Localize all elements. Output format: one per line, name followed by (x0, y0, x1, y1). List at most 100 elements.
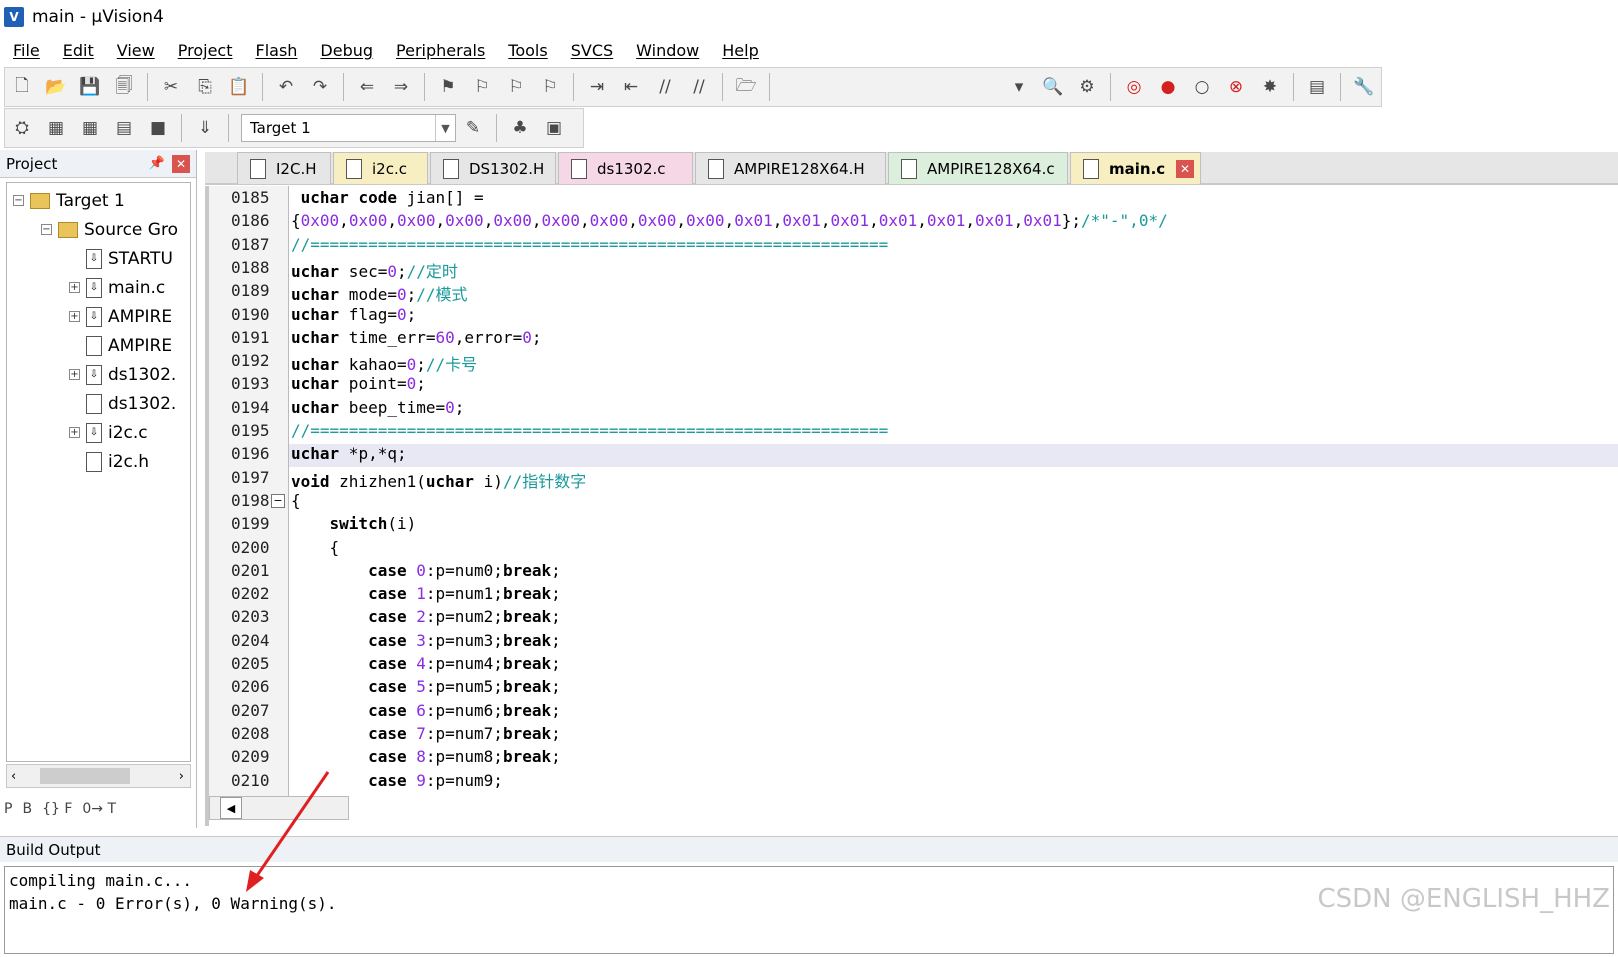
scroll-right-icon[interactable]: › (179, 769, 184, 784)
uncomment-icon[interactable]: // (686, 74, 712, 100)
tools-icon[interactable]: ⚙ (1074, 74, 1100, 100)
close-icon[interactable]: ✕ (172, 154, 190, 173)
load-icon[interactable]: ⇓ (192, 115, 218, 141)
stop-icon[interactable]: ■ (145, 115, 171, 141)
nav-forward-icon[interactable]: ⇒ (388, 74, 414, 100)
unindent-icon[interactable]: ⇤ (618, 74, 644, 100)
code-line[interactable]: {0x00,0x00,0x00,0x00,0x00,0x00,0x00,0x00… (291, 211, 1168, 230)
bookmark-next-icon[interactable]: ⚐ (503, 74, 529, 100)
copy-icon[interactable]: ⎘ (192, 74, 218, 100)
project-panel-tab[interactable]: 0→ T (82, 801, 116, 817)
code-line[interactable]: uchar point=0; (291, 374, 426, 393)
project-panel-tab[interactable]: B (22, 801, 32, 817)
target-select[interactable]: Target 1 ▼ (241, 114, 456, 142)
tree-item[interactable]: − Source Gro (41, 215, 178, 244)
menu-flash[interactable]: Flash (255, 41, 297, 60)
collapse-icon[interactable]: − (13, 195, 24, 206)
code-line[interactable]: uchar kahao=0;//卡号 (291, 351, 477, 375)
pin-icon[interactable]: 📌 (148, 156, 166, 171)
indent-icon[interactable]: ⇥ (584, 74, 610, 100)
rebuild-icon[interactable]: ▦ (77, 115, 103, 141)
debug-icon[interactable]: ◎ (1121, 74, 1147, 100)
redo-icon[interactable]: ↷ (307, 74, 333, 100)
project-panel-tab[interactable]: P (4, 801, 12, 817)
project-horizontal-scrollbar[interactable]: ‹ › (6, 764, 191, 788)
menu-window[interactable]: Window (636, 41, 699, 60)
menu-help[interactable]: Help (722, 41, 758, 60)
code-line[interactable]: case 0:p=num0;break; (291, 561, 561, 580)
new-file-icon[interactable]: 🗋 (9, 74, 35, 100)
code-line[interactable]: switch(i) (291, 514, 417, 533)
code-line[interactable]: void zhizhen1(uchar i)//指针数字 (291, 468, 586, 492)
menu-project[interactable]: Project (178, 41, 233, 60)
undo-icon[interactable]: ↶ (273, 74, 299, 100)
file-tab[interactable]: AMPIRE128X64.H (695, 152, 886, 184)
file-tab[interactable]: main.c ✕ (1070, 152, 1201, 184)
code-line[interactable]: case 6:p=num6;break; (291, 701, 561, 720)
tree-item[interactable]: AMPIRE (69, 331, 172, 360)
code-line[interactable]: case 7:p=num7;break; (291, 724, 561, 743)
file-tab[interactable]: i2c.c (333, 152, 428, 184)
code-line[interactable]: //======================================… (291, 235, 888, 254)
fold-collapse-icon[interactable]: − (271, 494, 285, 508)
menu-peripherals[interactable]: Peripherals (396, 41, 485, 60)
cut-icon[interactable]: ✂ (158, 74, 184, 100)
tree-item[interactable]: + ⇩ main.c (69, 273, 165, 302)
batch-icon[interactable]: ▤ (111, 115, 137, 141)
bookmark-clear-icon[interactable]: ⚐ (537, 74, 563, 100)
code-line[interactable]: case 8:p=num8;break; (291, 747, 561, 766)
settings-icon[interactable]: 🔧 (1351, 74, 1377, 100)
code-line[interactable]: case 1:p=num1;break; (291, 584, 561, 603)
file-tab[interactable]: I2C.H (237, 152, 331, 184)
bookmark-prev-icon[interactable]: ⚐ (469, 74, 495, 100)
code-line[interactable]: uchar mode=0;//模式 (291, 281, 468, 305)
close-tab-icon[interactable]: ✕ (1176, 160, 1194, 178)
components-icon[interactable]: ▣ (541, 115, 567, 141)
menu-file[interactable]: File (13, 41, 40, 60)
code-line[interactable]: uchar *p,*q; (291, 444, 407, 463)
collapse-icon[interactable]: − (41, 224, 52, 235)
tree-item[interactable]: + ⇩ i2c.c (69, 418, 148, 447)
breakpoint-all-icon[interactable]: ✸ (1257, 74, 1283, 100)
code-line[interactable]: case 3:p=num3;break; (291, 631, 561, 650)
find-in-files-icon[interactable]: 🗁 (733, 74, 759, 100)
tree-item[interactable]: i2c.h (69, 447, 149, 476)
scroll-left-icon[interactable]: ‹ (11, 769, 16, 784)
file-tab[interactable]: AMPIRE128X64.c (888, 152, 1068, 184)
open-icon[interactable]: 📂 (43, 74, 69, 100)
expand-icon[interactable]: + (69, 369, 80, 380)
comment-icon[interactable]: // (652, 74, 678, 100)
tree-item[interactable]: − Target 1 (13, 186, 125, 215)
save-icon[interactable]: 💾 (77, 74, 103, 100)
code-line[interactable]: case 5:p=num5;break; (291, 677, 561, 696)
tree-item[interactable]: ⇩ STARTU (69, 244, 173, 273)
find-icon[interactable]: 🔍 (1040, 74, 1066, 100)
options-icon[interactable]: ✎ (460, 115, 486, 141)
code-line[interactable]: uchar code jian[] = (291, 188, 484, 207)
code-editor[interactable]: 0185 0186 0187 0188 0189 0190 0191 0192 0193 0194… (205, 186, 1618, 826)
scroll-left-icon[interactable]: ◀ (220, 797, 242, 819)
paste-icon[interactable]: 📋 (226, 74, 252, 100)
nav-back-icon[interactable]: ⇐ (354, 74, 380, 100)
tree-item[interactable]: ds1302. (69, 389, 176, 418)
menu-view[interactable]: View (117, 41, 155, 60)
breakpoint-kill-icon[interactable]: ⊗ (1223, 74, 1249, 100)
chevron-down-icon[interactable]: ▼ (435, 115, 455, 141)
code-line[interactable]: uchar sec=0;//定时 (291, 258, 458, 282)
project-panel-tab[interactable]: {} F (42, 801, 72, 817)
menu-svcs[interactable]: SVCS (571, 41, 613, 60)
code-line[interactable]: case 2:p=num2;break; (291, 607, 561, 626)
file-tab[interactable]: DS1302.H (430, 152, 556, 184)
breakpoint-disable-icon[interactable]: ○ (1189, 74, 1215, 100)
save-all-icon[interactable]: 🗐 (111, 74, 137, 100)
code-line[interactable]: { (291, 491, 301, 510)
code-line[interactable]: uchar beep_time=0; (291, 398, 464, 417)
file-tab[interactable]: ds1302.c (558, 152, 693, 184)
code-line[interactable]: //======================================… (291, 421, 888, 440)
bookmark-icon[interactable]: ⚑ (435, 74, 461, 100)
code-line[interactable]: uchar flag=0; (291, 305, 416, 324)
tree-item[interactable]: + ⇩ ds1302. (69, 360, 176, 389)
dropdown-icon[interactable]: ▾ (1006, 74, 1032, 100)
window-icon[interactable]: ▤ (1304, 74, 1330, 100)
compile-icon[interactable]: ▦ (43, 115, 69, 141)
